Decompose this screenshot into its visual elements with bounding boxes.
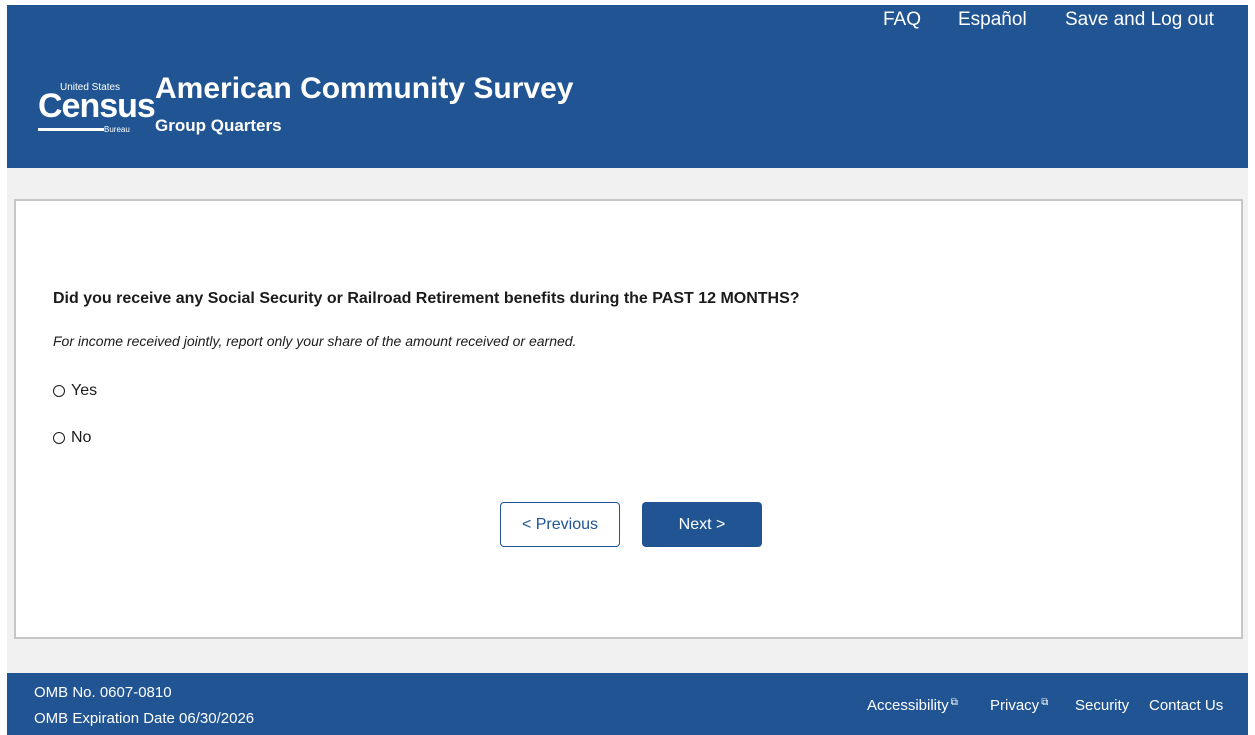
privacy-link[interactable]: Privacy ⧉ [990,697,1048,714]
omb-number: OMB No. 0607-0810 [34,684,172,701]
contact-us-link[interactable]: Contact Us [1149,697,1223,714]
security-link[interactable]: Security [1075,697,1129,714]
radio-yes[interactable]: Yes [53,382,97,400]
top-nav: FAQ Español Save and Log out [7,5,1248,42]
radio-no-circle[interactable] [53,432,65,444]
external-link-icon: ⧉ [1041,697,1049,708]
espanol-link[interactable]: Español [958,9,1027,31]
site-footer: OMB No. 0607-0810 OMB Expiration Date 06… [7,673,1248,735]
radio-no[interactable]: No [53,429,91,447]
save-and-log-out-link[interactable]: Save and Log out [1065,9,1214,31]
external-link-icon: ⧉ [950,697,958,708]
census-logo: United States Census Bureau [38,78,156,134]
next-button[interactable]: Next > [642,502,762,547]
radio-no-label: No [71,429,92,446]
previous-button[interactable]: < Previous [500,502,620,547]
site-header: United States Census Bureau American Com… [7,42,1248,168]
privacy-label: Privacy [990,697,1040,714]
logo-census: Census [38,87,156,125]
question-instruction: For income received jointly, report only… [53,333,577,349]
accessibility-link[interactable]: Accessibility ⧉ [867,697,958,714]
accessibility-label: Accessibility [867,697,949,714]
faq-link[interactable]: FAQ [883,9,921,31]
logo-underline [38,128,104,131]
site-subtitle: Group Quarters [155,116,282,135]
omb-expiration: OMB Expiration Date 06/30/2026 [34,710,255,727]
logo-bureau: Bureau [104,125,130,134]
question-card: Did you receive any Social Security or R… [14,199,1243,639]
radio-yes-label: Yes [71,382,98,399]
site-title: American Community Survey [155,72,574,105]
question-text: Did you receive any Social Security or R… [53,290,800,307]
radio-yes-circle[interactable] [53,385,65,397]
